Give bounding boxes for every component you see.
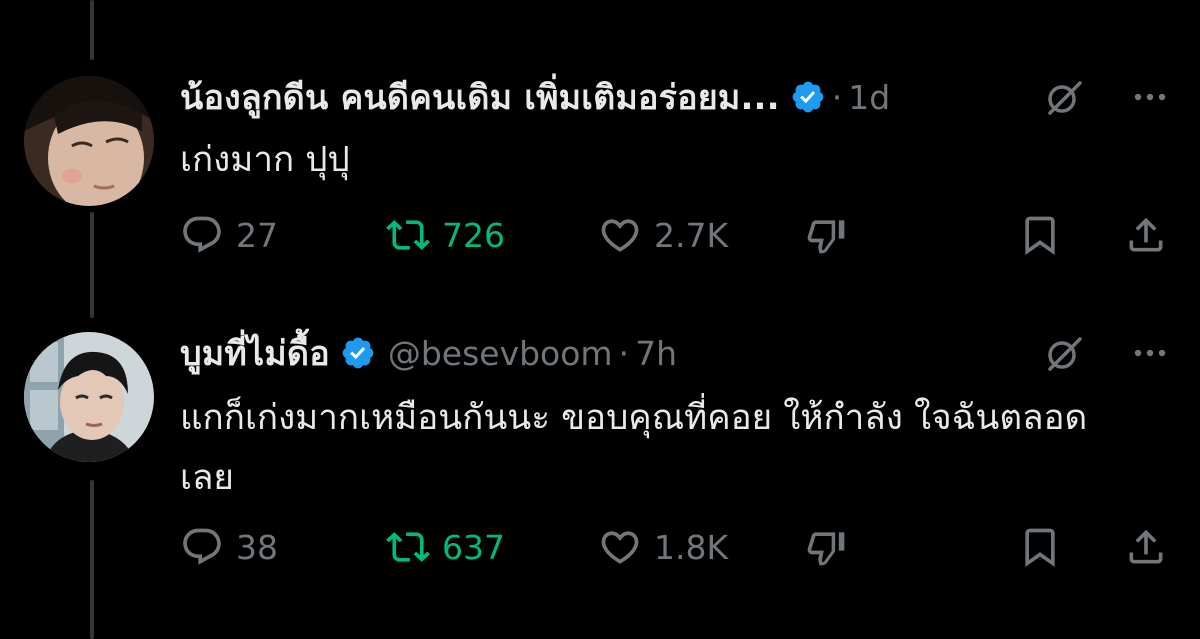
- timestamp[interactable]: 1d: [848, 78, 890, 117]
- like-button[interactable]: 2.7K: [598, 210, 728, 260]
- display-name[interactable]: บูมที่ไม่ดื้อ: [180, 326, 330, 380]
- reply-button[interactable]: 38: [180, 522, 278, 572]
- downvote-button[interactable]: [804, 522, 848, 572]
- tweet-text: แกก็เก่งมากเหมือนกันนะ ขอบคุณที่คอย ให้ก…: [180, 398, 1088, 498]
- reply-icon: [183, 216, 221, 253]
- thread-line: [90, 212, 94, 318]
- reply-icon: [183, 528, 221, 565]
- avatar[interactable]: [24, 332, 154, 462]
- like-count: 2.7K: [654, 215, 729, 255]
- downvote-icon: [807, 532, 845, 566]
- retweet-button[interactable]: 726: [386, 210, 505, 260]
- timestamp[interactable]: 7h: [635, 334, 677, 373]
- retweet-icon: [386, 532, 430, 562]
- reply-button[interactable]: 27: [180, 210, 278, 260]
- display-name[interactable]: น้องลูกดีน คนดีคนเดิม เพิ่มเติมอร่อยม...: [180, 70, 780, 124]
- separator-dot: ·: [618, 333, 630, 373]
- share-icon: [1129, 529, 1163, 564]
- more-icon[interactable]: [1130, 333, 1170, 373]
- bookmark-button[interactable]: [1018, 210, 1062, 260]
- reply-count: 38: [236, 527, 278, 567]
- grok-icon[interactable]: [1042, 75, 1086, 119]
- share-button[interactable]: [1124, 210, 1168, 260]
- heart-icon: [601, 531, 639, 564]
- like-count: 1.8K: [654, 527, 729, 567]
- bookmark-icon: [1025, 216, 1055, 256]
- heart-icon: [601, 219, 639, 252]
- retweet-button[interactable]: 637: [386, 522, 505, 572]
- verified-badge-icon: [792, 81, 824, 113]
- separator-dot: ·: [831, 77, 843, 117]
- avatar[interactable]: [24, 76, 154, 206]
- bookmark-icon: [1025, 528, 1055, 568]
- more-icon[interactable]: [1130, 77, 1170, 117]
- like-button[interactable]: 1.8K: [598, 522, 728, 572]
- share-button[interactable]: [1124, 522, 1168, 572]
- reply-count: 27: [236, 215, 278, 255]
- downvote-button[interactable]: [804, 210, 848, 260]
- retweet-count: 637: [442, 527, 505, 567]
- thread-line: [90, 480, 94, 639]
- downvote-icon: [807, 220, 845, 254]
- grok-icon[interactable]: [1042, 331, 1086, 375]
- verified-badge-icon: [342, 337, 374, 369]
- user-handle[interactable]: @besevboom: [388, 334, 613, 373]
- tweet-text: เก่งมาก ปุปุ: [180, 140, 350, 180]
- share-icon: [1129, 217, 1163, 252]
- retweet-count: 726: [442, 215, 505, 255]
- bookmark-button[interactable]: [1018, 522, 1062, 572]
- retweet-icon: [386, 220, 430, 250]
- thread-line: [90, 0, 94, 60]
